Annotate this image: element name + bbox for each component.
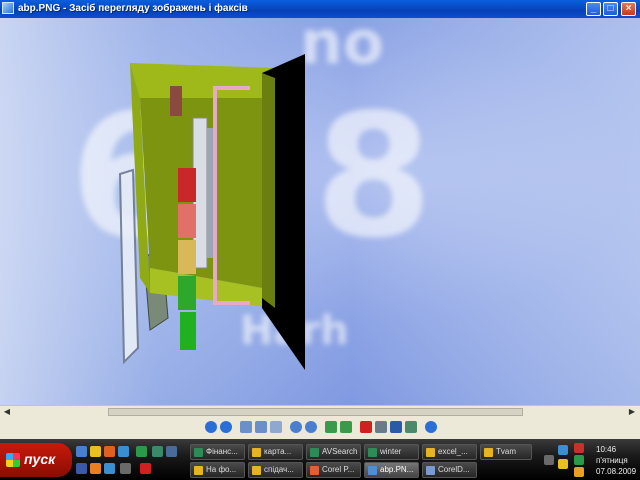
rotate-counterclockwise-icon[interactable] xyxy=(340,421,352,433)
task-button[interactable]: Corel P... xyxy=(306,462,361,478)
block-yellow xyxy=(178,240,196,274)
folder-icon xyxy=(484,448,493,457)
task-button[interactable]: CorelD... xyxy=(422,462,477,478)
folder-icon xyxy=(252,466,261,475)
app-icon xyxy=(2,2,14,14)
block-red xyxy=(178,168,196,202)
folder-icon xyxy=(426,448,435,457)
network-icon[interactable] xyxy=(558,445,568,455)
prev-image-icon[interactable] xyxy=(205,421,217,433)
task-label: AVSearch xyxy=(322,447,357,456)
quicklaunch-media-icon[interactable] xyxy=(76,463,87,474)
print-icon[interactable] xyxy=(375,421,387,433)
viewer-toolbar xyxy=(0,417,640,439)
task-button[interactable]: спідач... xyxy=(248,462,303,478)
zoom-out-icon[interactable] xyxy=(305,421,317,433)
task-button[interactable]: картa... xyxy=(248,444,303,460)
task-button[interactable]: AVSearch xyxy=(306,444,361,460)
quicklaunch-firefox-icon[interactable] xyxy=(90,463,101,474)
quicklaunch-folder-icon[interactable] xyxy=(90,446,101,457)
windows-logo-icon xyxy=(6,453,20,467)
corel-draw-icon xyxy=(426,466,435,475)
folder-icon xyxy=(194,466,203,475)
close-button[interactable]: × xyxy=(621,2,636,16)
box-right-edge xyxy=(262,73,275,308)
zoom-in-icon[interactable] xyxy=(290,421,302,433)
edit-icon[interactable] xyxy=(405,421,417,433)
task-icon xyxy=(310,448,319,457)
quicklaunch-red-icon[interactable] xyxy=(140,463,151,474)
delete-icon[interactable] xyxy=(360,421,372,433)
best-fit-icon[interactable] xyxy=(240,421,252,433)
block-pink xyxy=(178,204,196,238)
actual-size-icon[interactable] xyxy=(255,421,267,433)
start-button[interactable]: пуск xyxy=(0,443,72,477)
task-button[interactable]: excel_... xyxy=(422,444,477,460)
clock-date: 07.08.2009 xyxy=(596,467,637,476)
quicklaunch-ie-icon[interactable] xyxy=(104,463,115,474)
taskbar: пуск Фінанс... картa... AVSearch winter … xyxy=(0,439,640,480)
title-bar: abp.PNG - Засіб перегляду зображень і фа… xyxy=(0,0,640,18)
disc-edge xyxy=(207,128,213,258)
maximize-button[interactable]: □ xyxy=(603,2,618,16)
task-label: abp.PN... xyxy=(380,465,414,474)
clock-time[interactable]: 10:46 xyxy=(596,445,616,454)
block-green xyxy=(178,276,196,310)
image-viewport[interactable]: 698 no Harh xyxy=(0,18,640,406)
corel-icon xyxy=(310,466,319,475)
window-title: abp.PNG - Засіб перегляду зображень і фа… xyxy=(18,3,248,14)
quicklaunch-blue-icon[interactable] xyxy=(166,446,177,457)
image-viewer-icon xyxy=(368,466,377,475)
save-icon[interactable] xyxy=(390,421,402,433)
task-button[interactable]: Фінанс... xyxy=(190,444,245,460)
task-icon xyxy=(368,448,377,457)
box-top xyxy=(130,63,275,98)
task-button[interactable]: winter xyxy=(364,444,419,460)
task-button[interactable]: Tvam xyxy=(480,444,532,460)
3d-render-image xyxy=(118,54,305,370)
dark-red-block xyxy=(170,86,182,116)
language-flag-icon[interactable] xyxy=(574,443,584,453)
tray-star-icon[interactable] xyxy=(574,467,584,477)
task-label: CorelD... xyxy=(438,465,470,474)
task-button[interactable]: На фо... xyxy=(190,462,245,478)
scroll-thumb[interactable] xyxy=(108,408,523,416)
horizontal-scrollbar[interactable]: ◀ ▶ xyxy=(0,405,640,417)
folder-icon xyxy=(252,448,261,457)
quicklaunch-misc-icon[interactable] xyxy=(120,463,131,474)
block-green-lower xyxy=(180,312,196,350)
minimize-button[interactable]: _ xyxy=(586,2,601,16)
task-label: Tvam xyxy=(496,447,516,456)
next-image-icon[interactable] xyxy=(220,421,232,433)
quicklaunch-teal-icon[interactable] xyxy=(152,446,163,457)
tray-app-icon[interactable] xyxy=(574,455,584,465)
task-icon xyxy=(194,448,203,457)
task-label: winter xyxy=(380,447,402,456)
task-label: Фінанс... xyxy=(206,447,238,456)
volume-icon[interactable] xyxy=(558,459,568,469)
quicklaunch-app-icon[interactable] xyxy=(104,446,115,457)
rotate-clockwise-icon[interactable] xyxy=(325,421,337,433)
system-tray: 10:46 п'ятниця 07.08.2009 xyxy=(540,439,640,480)
slideshow-icon[interactable] xyxy=(270,421,282,433)
scroll-right-icon[interactable]: ▶ xyxy=(627,407,637,417)
quicklaunch-browser-icon[interactable] xyxy=(118,446,129,457)
quicklaunch-green-icon[interactable] xyxy=(136,446,147,457)
task-label: картa... xyxy=(264,447,292,456)
task-label: excel_... xyxy=(438,447,468,456)
start-label: пуск xyxy=(24,451,56,467)
show-desktop-icon[interactable] xyxy=(76,446,87,457)
scroll-left-icon[interactable]: ◀ xyxy=(2,407,12,417)
task-button-active[interactable]: abp.PN... xyxy=(364,462,419,478)
glass-plate-left xyxy=(118,168,140,365)
clock-day: п'ятниця xyxy=(596,456,628,465)
task-label: спідач... xyxy=(264,465,294,474)
help-icon[interactable] xyxy=(425,421,437,433)
keyboard-icon[interactable] xyxy=(544,455,554,465)
task-label: Corel P... xyxy=(322,465,355,474)
task-label: На фо... xyxy=(206,465,237,474)
